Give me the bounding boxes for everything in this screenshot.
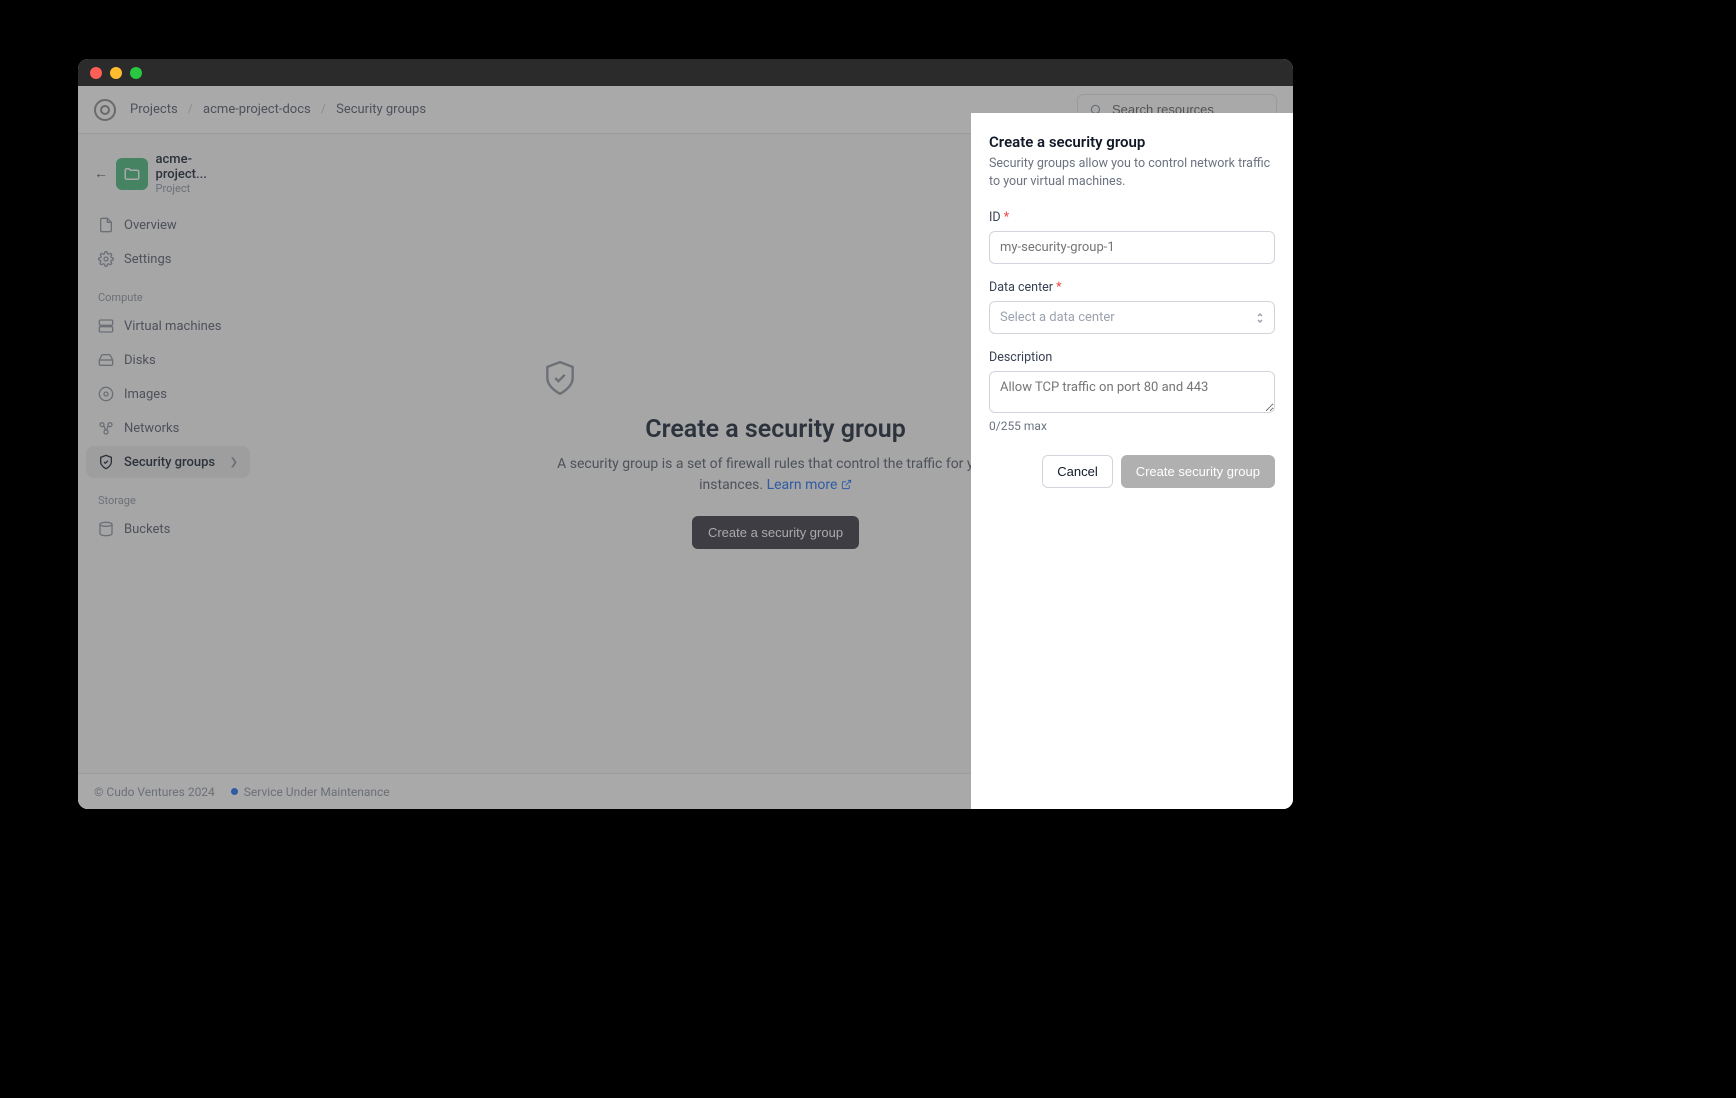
panel-description: Security groups allow you to control net… (989, 155, 1275, 190)
app-window: Projects / acme-project-docs / Security … (78, 59, 1293, 809)
description-input[interactable] (989, 371, 1275, 413)
app-body: Projects / acme-project-docs / Security … (78, 86, 1293, 809)
window-close-button[interactable] (90, 67, 102, 79)
create-submit-button[interactable]: Create security group (1121, 455, 1275, 488)
titlebar (78, 59, 1293, 86)
id-input[interactable] (989, 231, 1275, 264)
create-panel: Create a security group Security groups … (971, 113, 1293, 809)
window-maximize-button[interactable] (130, 67, 142, 79)
description-label: Description (989, 350, 1275, 365)
window-minimize-button[interactable] (110, 67, 122, 79)
char-counter: 0/255 max (989, 419, 1275, 433)
id-label: ID * (989, 210, 1275, 225)
cancel-button[interactable]: Cancel (1042, 455, 1112, 488)
datacenter-label: Data center * (989, 280, 1275, 295)
datacenter-select[interactable]: Select a data center (989, 301, 1275, 334)
panel-title: Create a security group (989, 133, 1275, 151)
